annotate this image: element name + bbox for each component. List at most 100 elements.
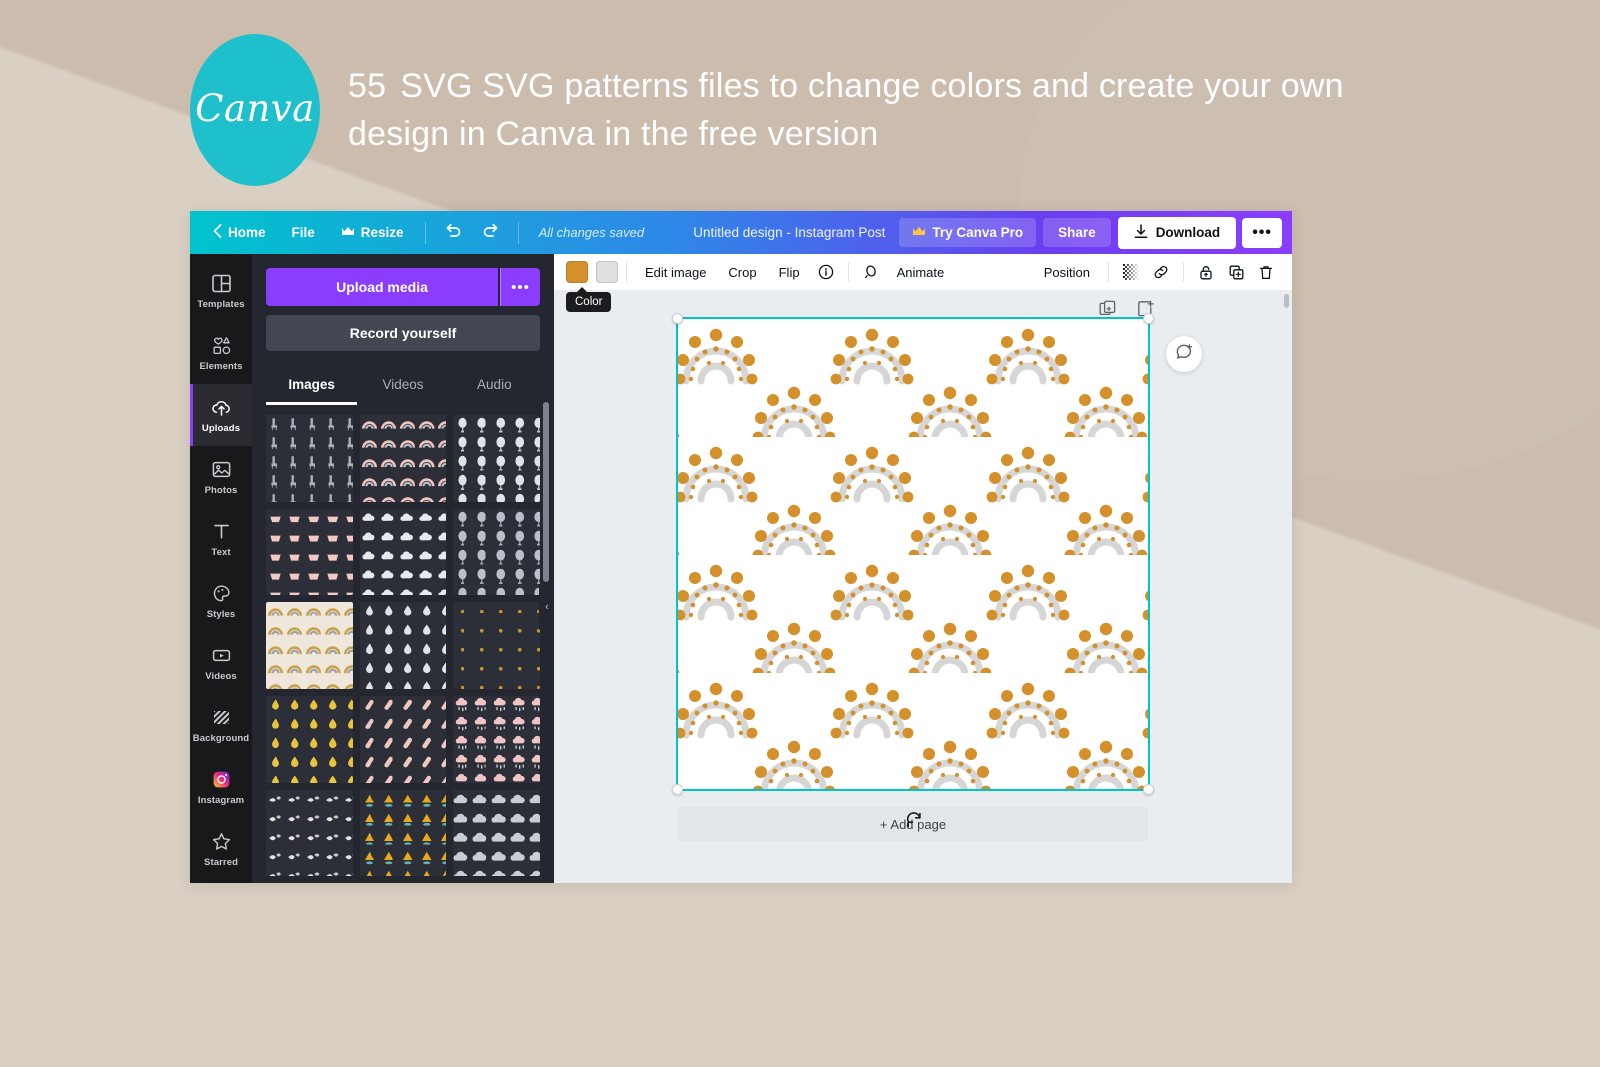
download-button[interactable]: Download	[1117, 216, 1237, 249]
link-icon[interactable]	[1147, 260, 1175, 284]
crop-button[interactable]: Crop	[718, 260, 766, 285]
file-button[interactable]: File	[279, 219, 328, 246]
animate-button[interactable]: Animate	[887, 260, 955, 285]
grey-cloud-pattern[interactable]	[453, 789, 540, 877]
duplicate-page-icon[interactable]	[1099, 300, 1117, 318]
save-status-text: All changes saved	[538, 225, 645, 240]
diagonal-shape-pattern[interactable]	[359, 696, 447, 783]
sidebar-item-styles[interactable]: Styles	[190, 570, 252, 632]
upload-actions-row: Upload media •••	[266, 268, 540, 306]
add-page-button[interactable]: + Add page	[678, 807, 1148, 841]
editor-sidebar: Templates Elements Uploads Photos Text S…	[190, 254, 252, 883]
tab-audio[interactable]: Audio	[449, 368, 540, 405]
color-swatch-secondary[interactable]	[596, 261, 618, 283]
color-swatch-primary[interactable]	[566, 261, 588, 283]
undo-icon	[444, 222, 462, 243]
sidebar-item-label: Photos	[204, 484, 238, 496]
star-icon	[211, 831, 232, 852]
document-title[interactable]: Untitled design - Instagram Post	[693, 225, 899, 240]
lock-icon[interactable]	[1192, 260, 1220, 284]
resize-button[interactable]: Resize	[328, 219, 417, 246]
resize-handle-bottom-right[interactable]	[1143, 784, 1154, 795]
add-comment-icon	[1174, 342, 1194, 367]
duplicate-icon[interactable]	[1222, 260, 1250, 284]
sidebar-item-videos[interactable]: Videos	[190, 632, 252, 694]
redo-button[interactable]	[472, 216, 510, 249]
canvas-scrollbar[interactable]	[1284, 294, 1289, 308]
sidebar-item-templates[interactable]: Templates	[190, 260, 252, 322]
canva-logo: Canva	[190, 34, 320, 186]
record-yourself-button[interactable]: Record yourself	[266, 315, 540, 351]
dot-pattern[interactable]	[453, 602, 540, 690]
trash-icon[interactable]	[1252, 260, 1280, 284]
context-toolbar-right: Position	[1034, 260, 1280, 285]
canvas-region: + Add page	[554, 290, 1292, 883]
upload-media-button[interactable]: Upload media	[266, 268, 498, 306]
sidebar-item-starred[interactable]: Starred	[190, 818, 252, 880]
page-header: Canva 55 SVG SVG patterns files to change…	[190, 34, 1370, 186]
try-canva-pro-button[interactable]: Try Canva Pro	[899, 218, 1037, 247]
rain-cloud-pattern[interactable]	[453, 696, 540, 783]
tab-videos[interactable]: Videos	[357, 368, 448, 405]
color-tooltip: Color	[566, 287, 612, 312]
tab-images[interactable]: Images	[266, 368, 358, 405]
context-toolbar: Edit image Crop Flip Animate Position Co…	[554, 254, 1292, 312]
sidebar-item-label: Elements	[199, 360, 243, 372]
redo-icon	[482, 222, 500, 243]
balloon-pattern[interactable]	[453, 415, 540, 502]
sidebar-item-elements[interactable]: Elements	[190, 322, 252, 384]
text-icon	[211, 521, 232, 542]
triangle-pattern[interactable]	[359, 789, 447, 877]
balloon-grey-pattern[interactable]	[453, 508, 540, 596]
uploads-panel-scrollbar[interactable]	[543, 402, 549, 582]
bird-pattern[interactable]	[266, 789, 353, 877]
rainbow-cloud-pattern[interactable]	[359, 415, 447, 502]
sidebar-item-label: Starred	[204, 856, 238, 868]
resize-handle-bottom-left[interactable]	[672, 784, 683, 795]
chevron-left-icon	[213, 224, 222, 241]
animate-icon[interactable]	[857, 260, 885, 284]
add-comment-button[interactable]	[1166, 336, 1202, 372]
resize-label: Resize	[360, 225, 404, 240]
yellow-drop-pattern[interactable]	[266, 696, 353, 783]
page-title-text: SVG SVG patterns files to change colors …	[348, 67, 1344, 154]
templates-icon	[211, 273, 232, 294]
upload-cloud-icon	[211, 397, 232, 418]
position-button[interactable]: Position	[1034, 260, 1100, 285]
sidebar-item-uploads[interactable]: Uploads	[190, 384, 252, 446]
giraffe-pattern[interactable]	[266, 415, 353, 502]
info-icon[interactable]	[812, 260, 840, 284]
sidebar-item-label: Instagram	[197, 794, 245, 806]
home-button[interactable]: Home	[200, 218, 279, 247]
background-icon	[211, 707, 232, 728]
rainbow-arch-pattern[interactable]	[266, 602, 353, 690]
resize-handle-top-right[interactable]	[1143, 313, 1154, 324]
drop-pattern[interactable]	[359, 602, 447, 690]
editor-top-bar: Home File Resize All changes saved Untit…	[190, 211, 1292, 254]
share-button[interactable]: Share	[1043, 218, 1111, 247]
edit-image-button[interactable]: Edit image	[635, 260, 716, 285]
cloud-pattern[interactable]	[359, 508, 447, 596]
design-canvas[interactable]	[676, 317, 1150, 791]
pink-shape-pattern[interactable]	[266, 508, 353, 596]
sidebar-item-photos[interactable]: Photos	[190, 446, 252, 508]
resize-handle-top-left[interactable]	[672, 313, 683, 324]
flip-button[interactable]: Flip	[769, 260, 810, 285]
ctx-divider-3	[1108, 262, 1109, 282]
undo-button[interactable]	[434, 216, 472, 249]
uploads-thumbnail-grid	[266, 415, 540, 883]
upload-more-button[interactable]: •••	[500, 268, 540, 306]
sidebar-item-background[interactable]: Background	[190, 694, 252, 756]
more-options-button[interactable]: •••	[1242, 217, 1282, 248]
editor-body: Templates Elements Uploads Photos Text S…	[190, 254, 1292, 883]
crown-icon	[912, 225, 926, 240]
canva-logo-wordmark: Canva	[195, 86, 315, 130]
toolbar-divider-2	[517, 221, 519, 244]
panel-collapse-button[interactable]: ‹	[539, 584, 554, 630]
sidebar-item-instagram[interactable]: Instagram	[190, 756, 252, 818]
ctx-divider-2	[847, 262, 849, 282]
sidebar-item-text[interactable]: Text	[190, 508, 252, 570]
transparency-icon[interactable]	[1117, 260, 1145, 284]
sidebar-item-label: Uploads	[201, 422, 241, 434]
video-icon	[211, 645, 232, 666]
